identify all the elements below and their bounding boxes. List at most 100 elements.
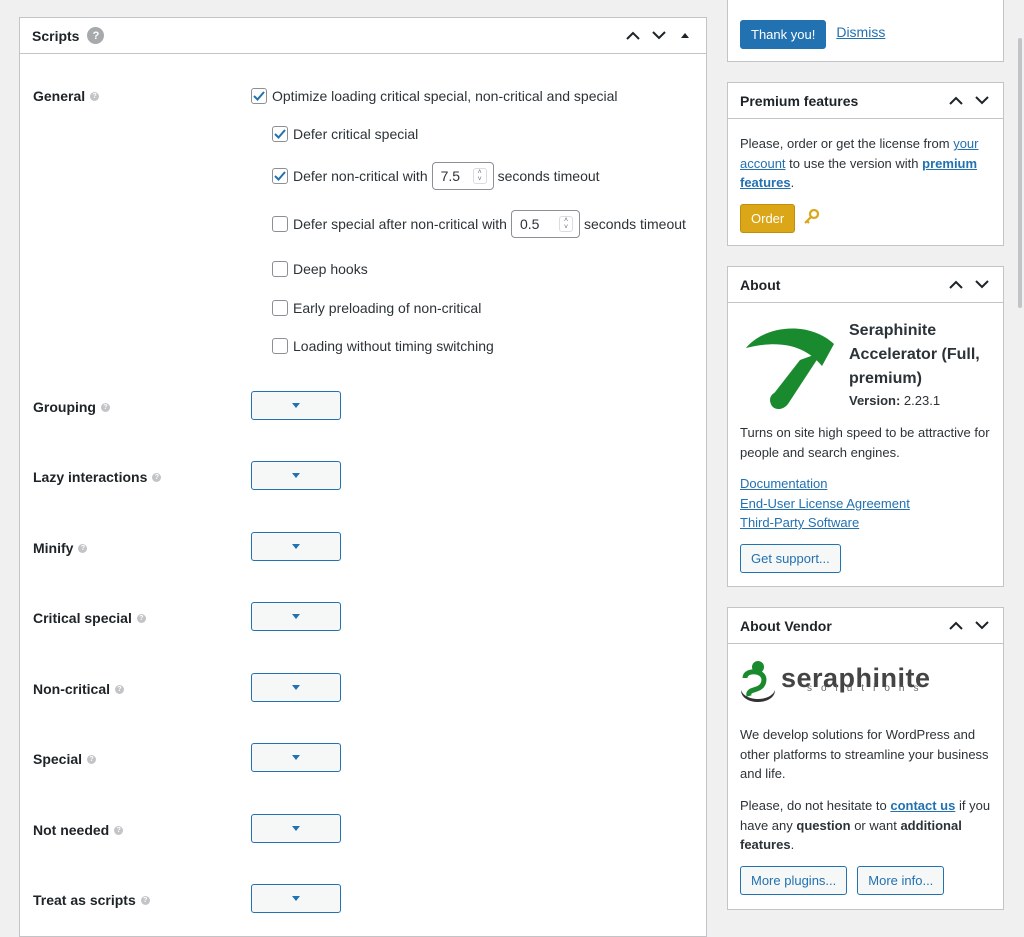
help-icon[interactable]: ? [101, 402, 110, 412]
dismiss-link[interactable]: Dismiss [836, 24, 885, 40]
contact-or: or want [854, 817, 897, 833]
early-preloading-checkbox[interactable] [272, 300, 288, 316]
vendor-panel: About Vendor seraphinite solutions We de… [727, 607, 1004, 910]
scripts-panel: Scripts ? General ? Optimize loading cri… [19, 17, 707, 937]
collapse-icon[interactable] [676, 27, 694, 45]
minify-label: Minify ? [33, 540, 88, 556]
move-down-icon[interactable] [973, 276, 991, 294]
help-icon[interactable]: ? [152, 472, 162, 482]
contact-end: . [790, 837, 795, 852]
help-icon[interactable]: ? [140, 895, 150, 905]
defer-special-checkbox[interactable] [272, 216, 288, 232]
non-critical-label: Non-critical ? [33, 681, 125, 697]
minify-dropdown[interactable] [251, 532, 341, 561]
eula-link[interactable]: End-User License Agreement [740, 494, 910, 514]
defer-critical-option[interactable]: Defer critical special [272, 126, 418, 142]
grouping-label-text: Grouping [33, 399, 96, 415]
help-icon[interactable]: ? [87, 754, 97, 764]
vendor-panel-title: About Vendor [740, 617, 832, 634]
get-support-button[interactable]: Get support... [740, 544, 841, 573]
more-plugins-button[interactable]: More plugins... [740, 866, 848, 895]
special-label-text: Special [33, 751, 83, 767]
defer-special-suffix: seconds timeout [583, 216, 686, 232]
grouping-label: Grouping ? [33, 399, 110, 415]
help-icon[interactable]: ? [87, 27, 105, 44]
defer-special-label: Defer special after non-critical with [293, 216, 507, 232]
scrollbar-thumb[interactable] [1018, 38, 1022, 308]
caret-down-icon [292, 403, 300, 408]
more-info-button[interactable]: More info... [857, 866, 945, 895]
general-label-text: General [33, 88, 86, 104]
defer-noncritical-label: Defer non-critical with [293, 168, 428, 184]
move-up-icon[interactable] [947, 276, 965, 294]
deep-hooks-checkbox[interactable] [272, 261, 288, 277]
early-preloading-label: Early preloading of non-critical [293, 300, 482, 316]
contact-question: question [796, 817, 851, 833]
move-down-icon[interactable] [973, 92, 991, 110]
grouping-dropdown[interactable] [251, 391, 341, 420]
vendor-mark-icon [741, 661, 775, 702]
defer-noncritical-checkbox[interactable] [272, 168, 288, 184]
defer-critical-label: Defer critical special [293, 126, 419, 142]
key-icon [803, 208, 820, 228]
help-icon[interactable]: ? [136, 613, 146, 623]
vendor-logo: seraphinite solutions [739, 656, 931, 708]
stepper-arrows-icon[interactable]: ˄ ˅ [472, 168, 487, 184]
critical-special-dropdown[interactable] [251, 602, 341, 631]
caret-down-icon [292, 826, 300, 831]
not-needed-dropdown[interactable] [251, 814, 341, 843]
critical-special-label-text: Critical special [33, 610, 132, 626]
lazy-interactions-dropdown[interactable] [251, 461, 341, 490]
move-down-icon[interactable] [650, 27, 668, 45]
about-description: Turns on site high speed to be attractiv… [740, 425, 990, 460]
move-up-icon[interactable] [947, 92, 965, 110]
page-scrollbar[interactable] [1016, 0, 1024, 923]
order-button[interactable]: Order [740, 204, 796, 233]
stepper-arrows-icon[interactable]: ˄ ˅ [558, 216, 573, 232]
contact-us-link[interactable]: contact us [890, 798, 955, 813]
deep-hooks-option[interactable]: Deep hooks [272, 261, 368, 277]
vendor-logo-sub: solutions [807, 683, 928, 694]
vendor-description: We develop solutions for WordPress and o… [740, 727, 989, 781]
loading-without-timing-label: Loading without timing switching [293, 338, 494, 354]
caret-down-icon [292, 755, 300, 760]
caret-down-icon [292, 685, 300, 690]
treat-as-scripts-label-text: Treat as scripts [33, 892, 136, 908]
premium-text-before: Please, order or get the license from [740, 136, 950, 151]
caret-down-icon [292, 896, 300, 901]
help-icon[interactable]: ? [114, 825, 124, 835]
premium-text: Please, order or get the license from yo… [740, 134, 992, 193]
defer-special-option[interactable]: Defer special after non-critical with 0.… [272, 210, 686, 238]
defer-critical-checkbox[interactable] [272, 126, 288, 142]
defer-noncritical-timeout-input[interactable]: 7.5 ˄ ˅ [431, 162, 494, 190]
help-icon[interactable]: ? [78, 543, 88, 553]
special-dropdown[interactable] [251, 743, 341, 772]
move-up-icon[interactable] [947, 617, 965, 635]
defer-special-timeout-input[interactable]: 0.5 ˄ ˅ [510, 210, 580, 238]
documentation-link[interactable]: Documentation [740, 474, 910, 494]
third-party-link[interactable]: Third-Party Software [740, 513, 910, 533]
help-icon[interactable]: ? [115, 684, 125, 694]
help-icon[interactable]: ? [90, 91, 100, 101]
premium-text-after: . [790, 175, 795, 190]
premium-panel-header: Premium features [728, 83, 1003, 119]
vendor-panel-header: About Vendor [728, 608, 1003, 644]
loading-without-timing-checkbox[interactable] [272, 338, 288, 354]
treat-as-scripts-dropdown[interactable] [251, 884, 341, 913]
defer-noncritical-suffix: seconds timeout [497, 168, 600, 184]
caret-down-icon [292, 473, 300, 478]
non-critical-dropdown[interactable] [251, 673, 341, 702]
caret-down-icon [292, 544, 300, 549]
accelerator-logo-icon [742, 322, 836, 413]
minify-label-text: Minify [33, 540, 74, 556]
move-up-icon[interactable] [624, 27, 642, 45]
thank-you-button[interactable]: Thank you! [740, 20, 827, 49]
move-down-icon[interactable] [973, 617, 991, 635]
optimize-loading-option[interactable]: Optimize loading critical special, non-c… [251, 88, 618, 104]
optimize-loading-checkbox[interactable] [251, 88, 267, 104]
lazy-interactions-label-text: Lazy interactions [33, 469, 148, 485]
early-preloading-option[interactable]: Early preloading of non-critical [272, 300, 481, 316]
notice-panel: Thank you! Dismiss [727, 0, 1004, 62]
defer-noncritical-option[interactable]: Defer non-critical with 7.5 ˄ ˅ seconds t… [272, 162, 600, 190]
loading-without-timing-option[interactable]: Loading without timing switching [272, 338, 494, 354]
